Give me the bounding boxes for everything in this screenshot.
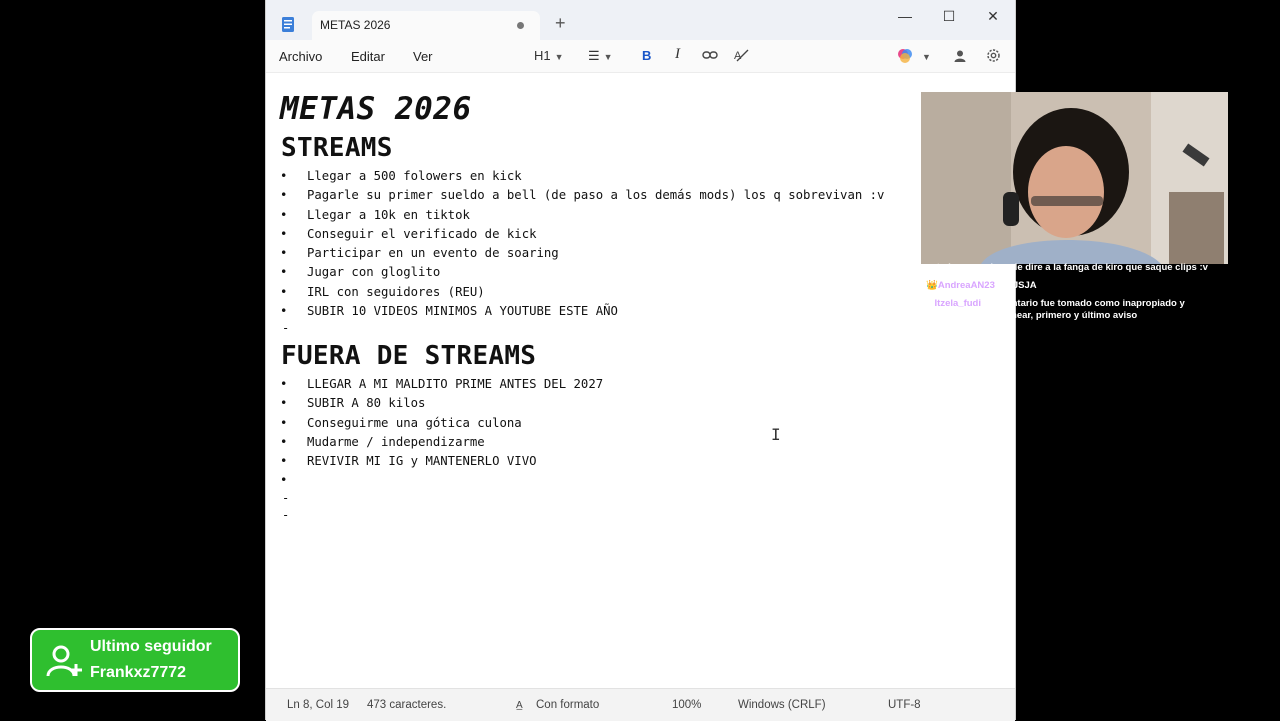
clear-formatting-icon[interactable]: A	[734, 48, 749, 63]
format-icon: A̲	[516, 700, 523, 711]
menu-view[interactable]: Ver	[413, 49, 433, 64]
bold-button[interactable]: B	[642, 48, 651, 63]
chevron-down-icon[interactable]: ▼	[922, 52, 931, 62]
chat-text: : JAJSJA	[994, 280, 1037, 291]
list-item: Conseguir el verificado de kick	[280, 225, 884, 244]
heading-label: H1	[534, 48, 551, 63]
chat-message: estado ocupado ya le dire a la fanga de …	[926, 262, 1216, 274]
encoding[interactable]: UTF-8	[888, 699, 921, 711]
follower-label: Ultimo seguidor	[90, 638, 212, 655]
tab-metas-2026[interactable]: METAS 2026	[312, 11, 540, 40]
list-item: Llegar a 500 folowers en kick	[280, 167, 884, 186]
zoom-level[interactable]: 100%	[672, 699, 701, 711]
title-bar: METAS 2026 + — ☐ ✕	[266, 0, 1015, 40]
section-heading-fuera-de-streams: FUERA DE STREAMS	[281, 341, 537, 371]
italic-button[interactable]: I	[675, 46, 680, 63]
menu-edit[interactable]: Editar	[351, 49, 385, 64]
account-icon[interactable]	[953, 49, 967, 63]
menu-bar: Archivo Editar Ver H1 ▼ ☰ ▼ B I A ▼	[266, 40, 1015, 73]
list-item: LLEGAR A MI MALDITO PRIME ANTES DEL 2027	[280, 375, 603, 394]
crown-icon: 👑	[926, 280, 938, 291]
link-icon[interactable]	[702, 49, 718, 61]
chat-message: 👑AndreaAN23: JAJSJA	[926, 280, 1216, 292]
chevron-down-icon: ▼	[603, 52, 613, 62]
format-mode[interactable]: Con formato	[536, 699, 599, 711]
add-user-icon	[46, 645, 82, 677]
list-item: Jugar con gloglito	[280, 263, 884, 282]
section-heading-streams: STREAMS	[281, 133, 393, 163]
outside-goals-list: LLEGAR A MI MALDITO PRIME ANTES DEL 2027…	[280, 375, 603, 491]
notepad-window: METAS 2026 + — ☐ ✕ Archivo Editar Ver H1…	[265, 0, 1016, 721]
list-item: Conseguirme una gótica culona	[280, 414, 603, 433]
cursor-position: Ln 8, Col 19	[287, 699, 350, 711]
notepad-icon	[282, 17, 294, 32]
line-ending[interactable]: Windows (CRLF)	[738, 699, 826, 711]
list-item: Mudarme / independizarme	[280, 433, 603, 452]
copilot-icon[interactable]	[897, 48, 913, 64]
chevron-down-icon: ▼	[554, 52, 564, 62]
unsaved-dot-icon[interactable]	[517, 22, 524, 29]
dash-line: -	[282, 491, 290, 505]
heading-dropdown[interactable]: H1 ▼	[534, 48, 564, 63]
chat-text: estado ocupado ya le dire a la fanga de …	[926, 262, 1208, 273]
maximize-button[interactable]: ☐	[927, 4, 971, 28]
close-button[interactable]: ✕	[971, 4, 1015, 28]
dash-line: -	[282, 508, 290, 522]
minimize-button[interactable]: —	[883, 4, 927, 28]
list-item: SUBIR 10 VIDEOS MINIMOS A YOUTUBE ESTE A…	[280, 302, 884, 321]
text-editor[interactable]: METAS 2026 STREAMS Llegar a 500 folowers…	[266, 73, 1015, 687]
list-item: SUBIR A 80 kilos	[280, 394, 603, 413]
webcam-overlay	[921, 92, 1228, 264]
mod-sword-icon: ⚔	[926, 298, 935, 309]
menu-file[interactable]: Archivo	[279, 49, 322, 64]
chat-user: AndreaAN23	[937, 280, 995, 291]
chat-overlay: estado ocupado ya le dire a la fanga de …	[926, 262, 1216, 328]
streams-goals-list: Llegar a 500 folowers en kick Pagarle su…	[280, 167, 884, 321]
list-item: REVIVIR MI IG y MANTENERLO VIVO	[280, 452, 603, 471]
text-cursor-icon: I	[771, 425, 781, 444]
list-item: Pagarle su primer sueldo a bell (de paso…	[280, 186, 884, 205]
settings-gear-icon[interactable]	[986, 48, 1001, 63]
status-bar: Ln 8, Col 19 473 caracteres. A̲ Con form…	[266, 688, 1015, 721]
doc-title: METAS 2026	[280, 91, 472, 127]
list-item: IRL con seguidores (REU)	[280, 283, 884, 302]
list-item	[280, 471, 603, 490]
list-dropdown[interactable]: ☰ ▼	[588, 48, 613, 64]
chat-message: ⚔Itzela_fudi: comentario fue tomado como…	[926, 298, 1216, 322]
char-count: 473 caracteres.	[367, 699, 447, 711]
follower-name: Frankxz7772	[90, 664, 187, 681]
tab-title: METAS 2026	[320, 18, 391, 32]
dash-line: -	[282, 321, 290, 335]
new-tab-button[interactable]: +	[555, 14, 566, 32]
list-item: Participar en un evento de soaring	[280, 244, 884, 263]
last-follower-widget: Ultimo seguidor Frankxz7772	[30, 628, 240, 692]
list-item: Llegar a 10k en tiktok	[280, 206, 884, 225]
list-icon: ☰	[588, 48, 600, 63]
webcam-image	[921, 92, 1228, 264]
chat-user: Itzela_fudi	[934, 298, 981, 309]
